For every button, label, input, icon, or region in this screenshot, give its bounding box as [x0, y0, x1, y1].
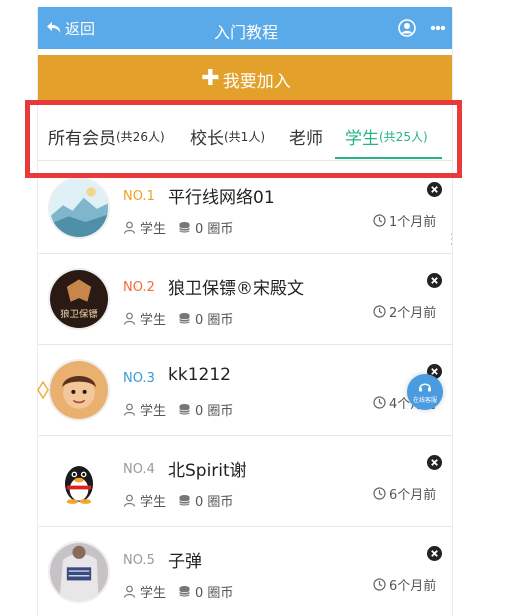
clock-icon — [373, 578, 386, 591]
close-icon[interactable] — [427, 273, 442, 288]
clock-icon — [373, 305, 386, 318]
list-item[interactable]: NO.5 子弹 学生 0 圈币 6个月前 — [38, 527, 452, 616]
avatar — [48, 541, 110, 603]
page-title: 入门教程 — [213, 23, 278, 42]
member-role: 学生 — [140, 495, 167, 510]
member-coins: 0 圈币 — [195, 404, 234, 419]
photo-avatar-image — [50, 543, 108, 601]
avatar: 狼卫保镖 — [48, 268, 110, 330]
time-text: 2个月前 — [389, 306, 437, 321]
child-photo-avatar-image — [50, 361, 108, 419]
clock-icon — [373, 487, 386, 500]
coins-icon — [179, 404, 190, 415]
avatar — [48, 450, 110, 512]
tab-student[interactable]: 学生 (共25人) — [345, 111, 428, 161]
member-coins: 0 圈币 — [195, 495, 234, 510]
join-time: 6个月前 — [373, 484, 436, 503]
member-role: 学生 — [140, 313, 167, 328]
landscape-avatar-image — [50, 179, 108, 237]
member-meta: 学生 0 圈币 — [123, 400, 233, 419]
list-item[interactable]: 狼卫保镖 NO.2 狼卫保镖®宋殿文 学生 0 圈币 2个月前 — [38, 254, 452, 345]
avatar-logo-text: 狼卫保镖 — [60, 308, 97, 320]
coins-icon — [179, 313, 190, 324]
member-name: kk1212 — [168, 365, 231, 385]
join-time: 6个月前 — [373, 575, 436, 594]
plus-icon: ✚ — [201, 66, 220, 91]
tab-count: (共1人) — [224, 129, 265, 144]
rank-label: NO.1 — [123, 189, 155, 204]
time-text: 6个月前 — [389, 579, 437, 594]
rank-label: NO.2 — [123, 280, 155, 295]
tab-count: (共26人) — [116, 129, 165, 144]
online-service-button[interactable]: 在线客服 — [407, 374, 443, 410]
clock-icon — [373, 396, 386, 409]
join-button[interactable]: ✚ 我要加入 — [38, 55, 452, 103]
close-icon[interactable] — [427, 455, 442, 470]
avatar — [48, 177, 110, 239]
person-icon — [123, 494, 136, 507]
clock-icon — [373, 214, 386, 227]
member-meta: 学生 0 圈币 — [123, 218, 233, 237]
join-label: 我要加入 — [222, 71, 291, 92]
tab-label: 校长 — [190, 128, 224, 149]
time-text: 6个月前 — [389, 488, 437, 503]
app-screen: 返回 入门教程 ✚ 我要加入 所有会员 (共26人) 校长 (共1人) 老师 学… — [37, 7, 453, 616]
diamond-icon — [37, 380, 49, 400]
person-icon — [123, 403, 136, 416]
top-bar: 返回 入门教程 — [38, 7, 452, 49]
close-icon[interactable] — [427, 546, 442, 561]
close-icon[interactable] — [427, 182, 442, 197]
active-tab-indicator — [335, 157, 442, 159]
tab-count: (共25人) — [379, 129, 428, 144]
coins-icon — [179, 495, 190, 506]
member-role: 学生 — [140, 222, 167, 237]
person-icon — [123, 221, 136, 234]
member-name: 子弹 — [168, 552, 202, 572]
coins-icon — [179, 586, 190, 597]
member-meta: 学生 0 圈币 — [123, 309, 233, 328]
member-meta: 学生 0 圈币 — [123, 491, 233, 510]
member-meta: 学生 0 圈币 — [123, 582, 233, 601]
list-item[interactable]: NO.1 平行线网络01 学生 0 圈币 1个月前 — [38, 163, 452, 254]
page: 返回 入门教程 ✚ 我要加入 所有会员 (共26人) 校长 (共1人) 老师 学… — [0, 0, 529, 616]
member-role: 学生 — [140, 404, 167, 419]
tab-teacher[interactable]: 老师 — [289, 111, 323, 161]
list-item[interactable]: NO.3 kk1212 学生 0 圈币 4个月前 — [38, 345, 452, 436]
member-coins: 0 圈币 — [195, 313, 234, 328]
penguin-avatar-image — [50, 452, 108, 510]
avatar — [48, 359, 110, 421]
list-item[interactable]: NO.4 北Spirit谢 学生 0 圈币 6个月前 — [38, 436, 452, 527]
member-name: 平行线网络01 — [168, 188, 275, 208]
rank-label: NO.4 — [123, 462, 155, 477]
brand-logo-avatar-image: 狼卫保镖 — [50, 270, 108, 328]
rank-label: NO.3 — [123, 371, 155, 386]
time-text: 1个月前 — [389, 215, 437, 230]
more-icon[interactable] — [430, 25, 446, 31]
tab-all-members[interactable]: 所有会员 (共26人) — [48, 111, 165, 161]
rank-label: NO.5 — [123, 553, 155, 568]
member-coins: 0 圈币 — [195, 222, 234, 237]
person-icon — [123, 312, 136, 325]
member-name: 北Spirit谢 — [168, 461, 247, 481]
coins-icon — [179, 222, 190, 233]
person-icon — [123, 585, 136, 598]
member-role: 学生 — [140, 586, 167, 601]
user-icon[interactable] — [398, 19, 416, 37]
tab-label: 所有会员 — [48, 128, 116, 149]
join-time: 1个月前 — [373, 211, 436, 230]
member-tabs: 所有会员 (共26人) 校长 (共1人) 老师 学生 (共25人) — [38, 111, 452, 246]
online-service-label: 在线客服 — [412, 397, 437, 404]
tab-label: 学生 — [345, 128, 379, 149]
member-coins: 0 圈币 — [195, 586, 234, 601]
join-time: 2个月前 — [373, 302, 436, 321]
tab-label: 老师 — [289, 128, 323, 149]
headset-icon — [419, 383, 431, 392]
member-name: 狼卫保镖®宋殿文 — [168, 279, 304, 299]
tab-principal[interactable]: 校长 (共1人) — [190, 111, 265, 161]
